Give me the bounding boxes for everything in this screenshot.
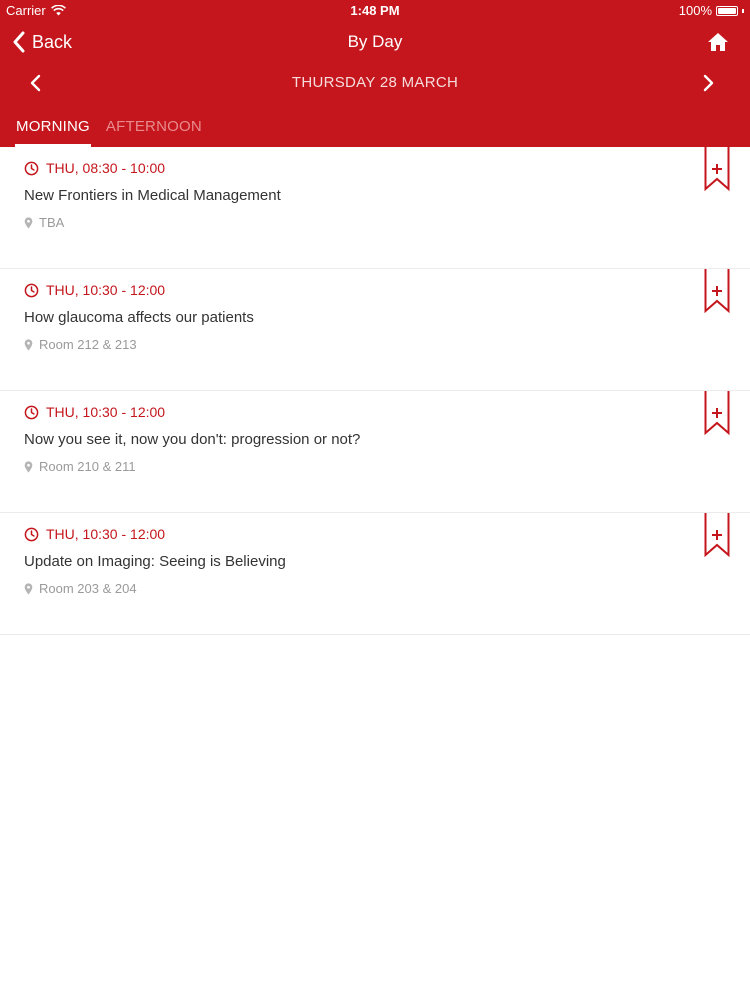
session-time: THU, 08:30 - 10:00 <box>24 160 165 176</box>
session-time-text: THU, 10:30 - 12:00 <box>46 526 166 542</box>
session-location-text: Room 212 & 213 <box>39 337 137 352</box>
battery-percent: 100% <box>678 3 712 18</box>
session-time-text: THU, 08:30 - 10:00 <box>46 160 166 176</box>
session-item[interactable]: THU, 08:30 - 10:00 New Frontiers in Medi… <box>0 147 750 269</box>
battery-icon <box>716 5 738 16</box>
session-item[interactable]: THU, 10:30 - 12:00 How glaucoma affects … <box>0 269 750 391</box>
session-time-text: THU, 10:30 - 12:00 <box>46 282 166 298</box>
battery-tip <box>742 8 744 13</box>
clock-icon <box>24 283 39 297</box>
tab-bar: MORNING AFTERNOON <box>0 110 202 147</box>
session-title: Now you see it, now you don't: progressi… <box>24 431 361 448</box>
session-time-text: THU, 10:30 - 12:00 <box>46 404 166 420</box>
page-title: By Day <box>347 32 403 51</box>
session-title: Update on Imaging: Seeing is Believing <box>24 553 286 570</box>
session-location-text: Room 203 & 204 <box>39 581 137 596</box>
bookmark-add-icon[interactable] <box>704 391 730 435</box>
nav-bar: Back By Day <box>0 24 750 60</box>
session-time: THU, 10:30 - 12:00 <box>24 404 165 420</box>
session-location: Room 210 & 211 <box>24 459 136 474</box>
status-bar: Carrier 1:48 PM 100% <box>0 0 750 22</box>
session-location: Room 212 & 213 <box>24 337 137 352</box>
status-battery: 100% <box>679 3 744 18</box>
clock-icon <box>24 527 39 541</box>
map-pin-icon <box>24 338 33 351</box>
session-title: How glaucoma affects our patients <box>24 309 254 326</box>
date-label: THURSDAY 28 MARCH <box>291 74 459 91</box>
clock-icon <box>24 405 39 419</box>
map-pin-icon <box>24 216 33 229</box>
tab-afternoon[interactable]: AFTERNOON <box>106 110 202 147</box>
session-location: Room 203 & 204 <box>24 581 137 596</box>
next-day-button[interactable] <box>696 71 720 95</box>
app-header: Carrier 1:48 PM 100% Back By Day THURSDA… <box>0 0 750 147</box>
session-list: THU, 08:30 - 10:00 New Frontiers in Medi… <box>0 147 750 635</box>
session-item[interactable]: THU, 10:30 - 12:00 Now you see it, now y… <box>0 391 750 513</box>
map-pin-icon <box>24 582 33 595</box>
date-bar: THURSDAY 28 MARCH <box>0 64 750 102</box>
session-time: THU, 10:30 - 12:00 <box>24 526 165 542</box>
status-time: 1:48 PM <box>350 3 400 18</box>
home-icon[interactable] <box>706 30 730 54</box>
bookmark-add-icon[interactable] <box>704 513 730 557</box>
session-time: THU, 10:30 - 12:00 <box>24 282 165 298</box>
clock-icon <box>24 161 39 175</box>
map-pin-icon <box>24 460 33 473</box>
session-location-text: Room 210 & 211 <box>39 459 136 474</box>
session-location-text: TBA <box>39 215 65 230</box>
bookmark-add-icon[interactable] <box>704 147 730 191</box>
session-location: TBA <box>24 215 64 230</box>
bookmark-add-icon[interactable] <box>704 269 730 313</box>
session-item[interactable]: THU, 10:30 - 12:00 Update on Imaging: Se… <box>0 513 750 635</box>
tab-morning[interactable]: MORNING <box>15 110 91 147</box>
session-title: New Frontiers in Medical Management <box>24 187 281 204</box>
